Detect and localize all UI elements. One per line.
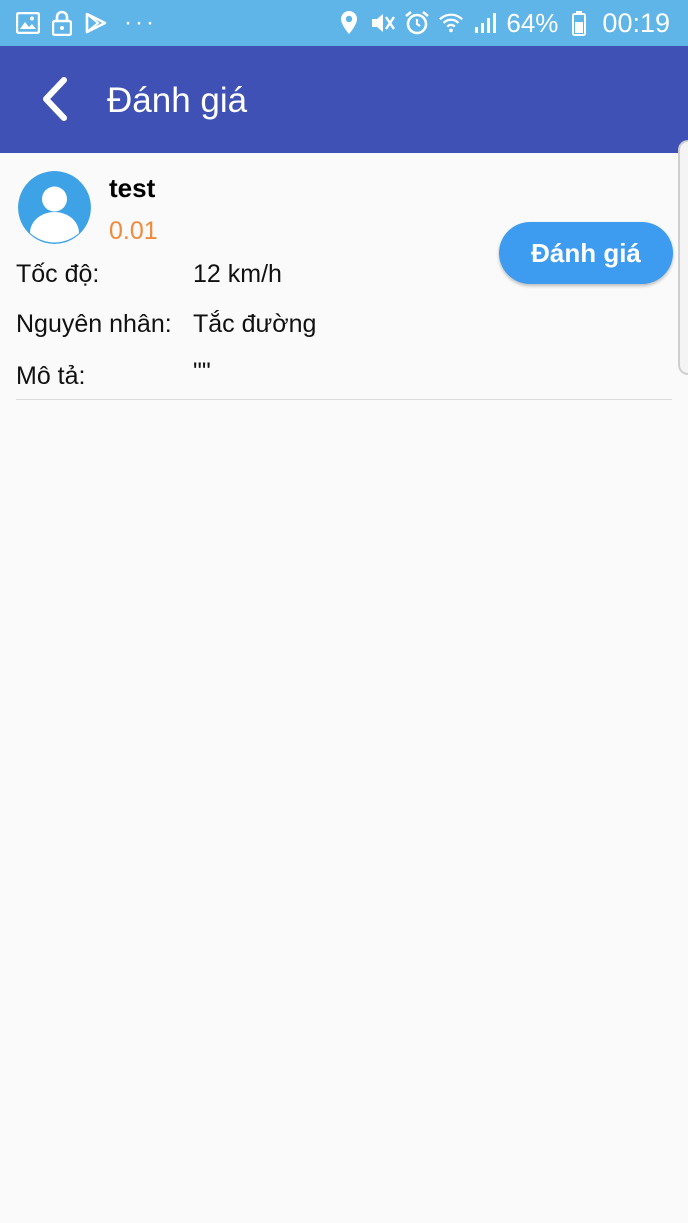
user-name: test <box>109 173 156 203</box>
signal-icon <box>472 9 498 37</box>
image-icon <box>14 9 42 37</box>
cause-label: Nguyên nhân: <box>16 310 172 338</box>
mute-icon <box>370 9 396 37</box>
status-bar-left: ··· <box>14 9 157 37</box>
alarm-icon <box>404 9 430 37</box>
location-icon <box>336 9 362 37</box>
description-label: Mô tả: <box>16 362 86 390</box>
review-card: test 0.01 Đánh giá Tốc độ: 12 km/h Nguyê… <box>0 153 688 1223</box>
divider <box>16 399 672 400</box>
status-bar: ··· 64% 00:19 <box>0 0 688 46</box>
status-bar-right: 64% 00:19 <box>328 8 670 38</box>
edge-panel-handle[interactable] <box>678 140 688 375</box>
lock-icon <box>48 9 76 37</box>
rate-button[interactable]: Đánh giá <box>499 222 673 284</box>
back-button[interactable] <box>30 74 80 124</box>
speed-value: 12 km/h <box>193 260 282 288</box>
wifi-icon <box>438 9 464 37</box>
more-notifications-icon: ··· <box>124 9 157 36</box>
clock: 00:19 <box>602 7 670 38</box>
app-bar: Đánh giá <box>0 46 688 153</box>
speed-label: Tốc độ: <box>16 260 100 288</box>
user-avatar-icon <box>18 171 91 244</box>
back-arrow-icon <box>43 77 67 121</box>
battery-icon <box>566 9 592 37</box>
description-value: "" <box>193 358 211 386</box>
cause-value: Tắc đường <box>193 310 317 338</box>
play-store-icon <box>82 9 110 37</box>
page-title: Đánh giá <box>107 81 248 120</box>
user-score: 0.01 <box>109 217 158 245</box>
battery-percentage: 64% <box>506 7 559 38</box>
